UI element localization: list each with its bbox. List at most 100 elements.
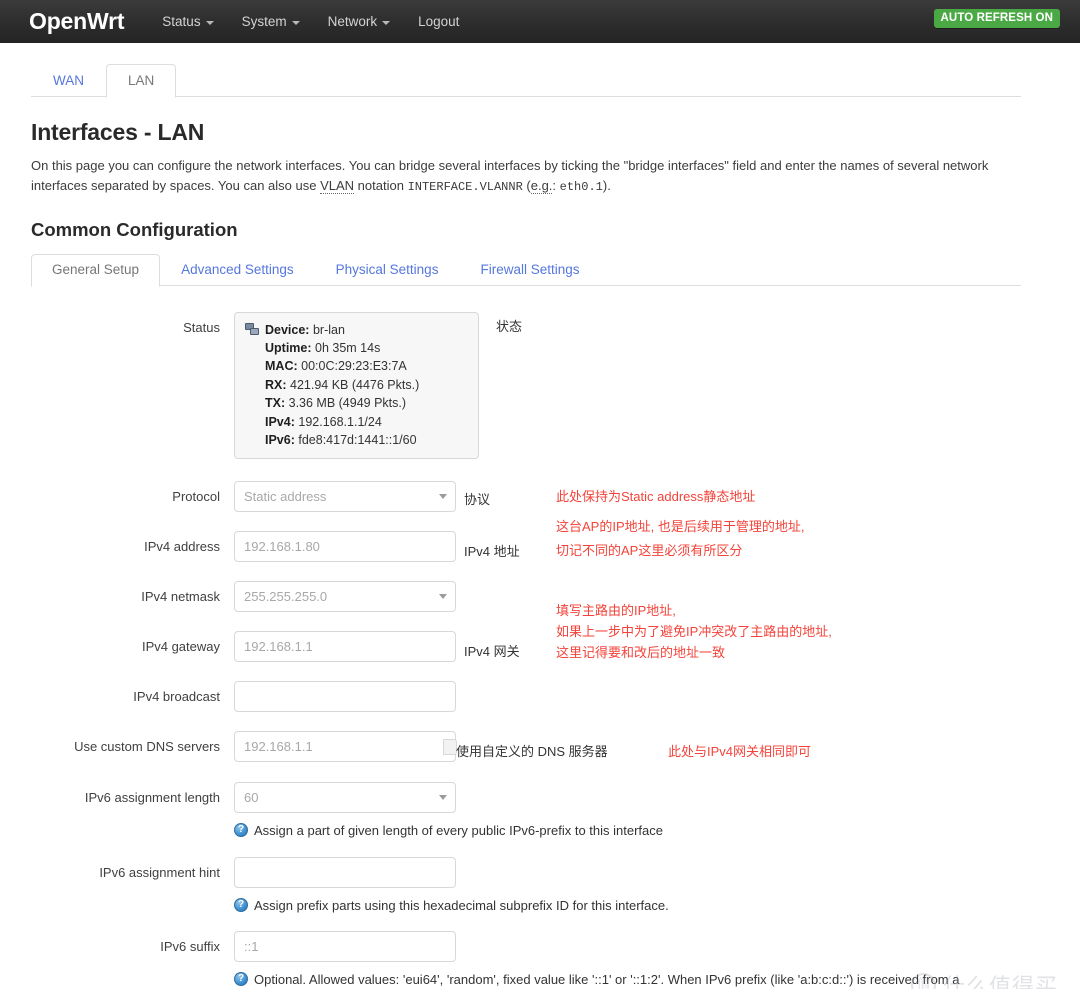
ipv4-netmask-control xyxy=(234,581,456,613)
ipv6-assignment-length-help-text: Assign a part of given length of every p… xyxy=(254,823,663,839)
ipv6-assignment-hint-label: IPv6 assignment hint xyxy=(99,864,220,880)
ipv4-gateway-annotation-line1: 填写主路由的IP地址, xyxy=(556,603,676,619)
protocol-select[interactable] xyxy=(234,481,456,513)
status-tx-key: TX: xyxy=(265,396,286,411)
ipv6-suffix-label: IPv6 suffix xyxy=(160,939,220,955)
nav-item-status-label: Status xyxy=(162,14,201,29)
dns-add-handle[interactable] xyxy=(443,739,457,756)
form-row-protocol: Protocol 协议 此处保持为Static address静态地址 xyxy=(31,481,1049,513)
nav-item-system-label: System xyxy=(241,14,287,29)
form-row-ipv4-netmask: IPv4 netmask xyxy=(31,581,1049,613)
ipv4-broadcast-label: IPv4 broadcast xyxy=(133,689,220,705)
page-description-part2: notation xyxy=(354,178,408,194)
tab-wan[interactable]: WAN xyxy=(31,64,106,98)
interface-tabs: WAN LAN xyxy=(0,43,1080,98)
nav-item-logout[interactable]: Logout xyxy=(418,14,459,29)
status-label: Status xyxy=(183,319,220,335)
status-ipv4-value: 192.168.1.1/24 xyxy=(298,414,382,429)
ipv4-gateway-label: IPv4 gateway xyxy=(141,639,220,655)
ipv6-assignment-length-control: ? Assign a part of given length of every… xyxy=(234,782,663,841)
page-title: Interfaces - LAN xyxy=(31,119,205,145)
help-icon: ? xyxy=(234,823,248,838)
protocol-annotation: 此处保持为Static address静态地址 xyxy=(556,489,756,505)
nav-item-status[interactable]: Status xyxy=(162,14,214,29)
form-row-ipv4-broadcast: IPv4 broadcast xyxy=(31,681,1049,713)
ipv6-suffix-help-text: Optional. Allowed values: 'eui64', 'rand… xyxy=(254,972,960,988)
help-icon: ? xyxy=(234,972,248,987)
ipv4-address-annotation-line1: 这台AP的IP地址, 也是后续用于管理的地址, xyxy=(556,519,805,535)
interface-status-box: Device: br-lan Uptime: 0h 35m 14s MAC: 0… xyxy=(234,311,479,460)
page-description-part3: ( xyxy=(522,178,531,194)
ipv4-gateway-annotation-line3: 这里记得要和改后的地址一致 xyxy=(556,645,726,661)
nav-item-logout-label: Logout xyxy=(418,14,460,29)
help-icon: ? xyxy=(234,897,248,912)
form-row-ipv4-gateway: IPv4 gateway IPv4 网关 填写主路由的IP地址, 如果上一步中为… xyxy=(31,603,1049,663)
eg-abbr: e.g. xyxy=(530,178,553,195)
protocol-gloss: 协议 xyxy=(464,492,491,508)
ipv6-suffix-help: ? Optional. Allowed values: 'eui64', 'ra… xyxy=(234,970,994,989)
ipv6-assignment-hint-control: ? Assign prefix parts using this hexadec… xyxy=(234,856,669,916)
dns-servers-gloss: 使用自定义的 DNS 服务器 xyxy=(456,744,608,760)
network-device-icon xyxy=(245,322,260,336)
ipv6-suffix-input[interactable] xyxy=(234,931,456,963)
ipv6-suffix-control: ? Optional. Allowed values: 'eui64', 'ra… xyxy=(234,931,994,989)
ipv4-netmask-label: IPv4 netmask xyxy=(141,589,220,605)
status-mac-key: MAC: xyxy=(265,359,298,374)
dns-servers-label: Use custom DNS servers xyxy=(74,739,220,755)
dns-servers-input[interactable] xyxy=(234,731,456,763)
openwrt-logo: OpenWrt xyxy=(29,8,125,34)
ipv6-assignment-length-help: ? Assign a part of given length of every… xyxy=(234,821,663,841)
nav-item-system[interactable]: System xyxy=(242,14,300,29)
ipv6-assignment-length-select[interactable] xyxy=(234,782,456,814)
tab-lan[interactable]: LAN xyxy=(106,63,177,98)
nav-item-network[interactable]: Network xyxy=(328,14,391,29)
ipv4-address-gloss: IPv4 地址 xyxy=(464,544,520,560)
status-rx-key: RX: xyxy=(265,377,287,392)
ipv4-gateway-annotation-line2: 如果上一步中为了避免IP冲突改了主路由的地址, xyxy=(556,624,832,640)
status-rx-value: 421.94 KB (4476 Pkts.) xyxy=(290,377,420,392)
status-ipv6-key: IPv6: xyxy=(265,432,295,447)
vlan-abbr: VLAN xyxy=(320,178,355,195)
tab-physical-settings[interactable]: Physical Settings xyxy=(315,254,460,286)
ipv6-assignment-hint-help: ? Assign prefix parts using this hexadec… xyxy=(234,896,669,916)
status-device-value: br-lan xyxy=(312,322,345,337)
ipv4-broadcast-input[interactable] xyxy=(234,681,456,713)
page-description-part5: ). xyxy=(602,178,611,194)
chevron-down-icon xyxy=(382,20,391,25)
tab-general-setup[interactable]: General Setup xyxy=(31,254,161,287)
form-row-dns-servers: Use custom DNS servers 使用自定义的 DNS 服务器 此处… xyxy=(31,731,1049,763)
ipv4-netmask-select[interactable] xyxy=(234,581,456,613)
page-description: On this page you can configure the netwo… xyxy=(31,156,996,197)
nav-item-network-label: Network xyxy=(327,14,378,29)
form-row-ipv6-assignment-hint: IPv6 assignment hint ? Assign prefix par… xyxy=(31,856,1049,916)
interface-vlannr-code: INTERFACE.VLANNR xyxy=(407,180,523,195)
ipv4-gateway-control: IPv4 网关 填写主路由的IP地址, 如果上一步中为了避免IP冲突改了主路由的… xyxy=(234,603,832,663)
status-ipv4-key: IPv4: xyxy=(265,414,295,429)
ipv4-address-annotation-line2: 切记不同的AP这里必须有所区分 xyxy=(556,543,743,559)
auto-refresh-toggle[interactable]: AUTO REFRESH ON xyxy=(933,9,1060,28)
ipv4-address-control: IPv4 地址 这台AP的IP地址, 也是后续用于管理的地址, 切记不同的AP这… xyxy=(234,519,804,563)
ipv4-gateway-input[interactable] xyxy=(234,631,456,663)
protocol-label: Protocol xyxy=(172,489,220,505)
status-uptime-key: Uptime: xyxy=(265,341,312,356)
tab-firewall-settings[interactable]: Firewall Settings xyxy=(459,254,600,286)
form-row-status: Status Device: br-lan Uptime: 0h 35m 14s… xyxy=(31,311,1049,460)
ipv4-address-input[interactable] xyxy=(234,531,456,563)
protocol-control: 协议 此处保持为Static address静态地址 xyxy=(234,481,755,513)
page-description-part4: : xyxy=(552,178,560,194)
status-uptime-value: 0h 35m 14s xyxy=(315,341,381,356)
status-gloss: 状态 xyxy=(496,318,523,334)
status-ipv6-value: fde8:417d:1441::1/60 xyxy=(298,432,417,447)
ipv4-address-label: IPv4 address xyxy=(144,539,220,555)
form-row-ipv6-suffix: IPv6 suffix ? Optional. Allowed values: … xyxy=(31,931,1049,989)
eth0-code: eth0.1 xyxy=(559,180,603,195)
dns-servers-annotation: 此处与IPv4网关相同即可 xyxy=(668,744,812,760)
ipv6-assignment-hint-input[interactable] xyxy=(234,856,456,888)
section-title: Common Configuration xyxy=(31,218,238,240)
dns-servers-control: 使用自定义的 DNS 服务器 此处与IPv4网关相同即可 xyxy=(234,731,811,763)
chevron-down-icon xyxy=(205,20,214,25)
status-control: Device: br-lan Uptime: 0h 35m 14s MAC: 0… xyxy=(234,311,522,460)
status-mac-value: 00:0C:29:23:E3:7A xyxy=(301,359,407,374)
tab-advanced-settings[interactable]: Advanced Settings xyxy=(160,254,315,286)
configuration-tabs: General Setup Advanced Settings Physical… xyxy=(31,253,1049,287)
